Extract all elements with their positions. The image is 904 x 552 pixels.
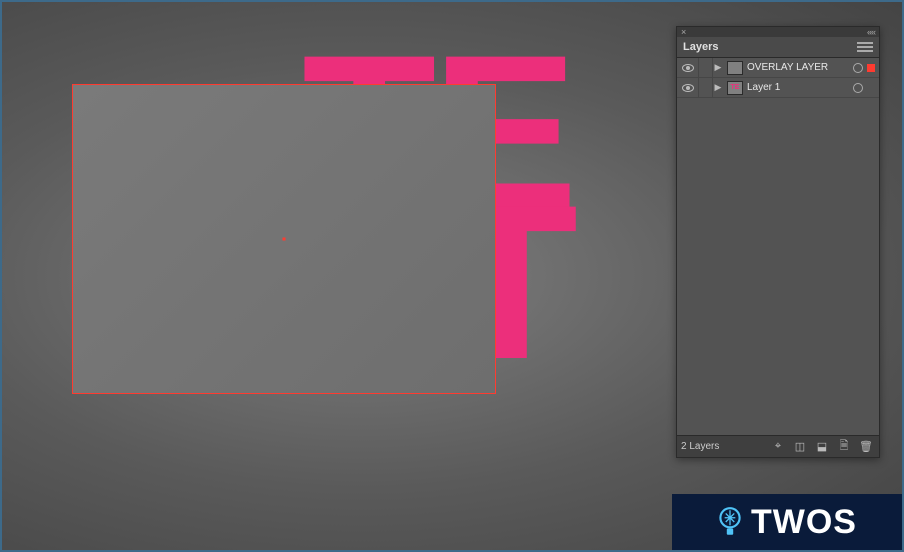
panel-menu-icon[interactable]	[857, 42, 873, 52]
eye-icon	[682, 84, 694, 92]
layer-list: ▶ OVERLAY LAYER ▶ TE Layer 1	[677, 58, 879, 435]
panel-title: Layers	[683, 41, 718, 53]
lock-toggle[interactable]	[699, 78, 713, 98]
visibility-toggle[interactable]	[677, 58, 699, 78]
watermark-text: TWOS	[751, 503, 857, 542]
overlay-rectangle[interactable]	[72, 84, 496, 394]
lock-toggle[interactable]	[699, 58, 713, 78]
panel-close-icon[interactable]: ×	[681, 27, 686, 37]
bbox-center-indicator	[283, 238, 286, 241]
selection-indicator[interactable]	[867, 64, 875, 72]
layer-name[interactable]: Layer 1	[747, 82, 851, 93]
layer-row[interactable]: ▶ OVERLAY LAYER	[677, 58, 879, 78]
layer-thumbnail: TE	[727, 81, 743, 95]
layer-thumbnail	[727, 61, 743, 75]
disclosure-triangle-icon[interactable]: ▶	[713, 82, 723, 93]
watermark: TWOS	[672, 494, 902, 550]
locate-object-icon[interactable]: ⌖	[769, 439, 787, 455]
panel-footer: 2 Layers ⌖ ◫ ⬓ 🗎 🗑	[677, 435, 879, 457]
new-layer-icon[interactable]: 🗎	[835, 439, 853, 455]
target-icon[interactable]	[853, 63, 863, 73]
panel-titlebar[interactable]: × ««	[677, 27, 879, 37]
panel-collapse-icon[interactable]: ««	[867, 27, 875, 37]
new-sublayer-icon[interactable]: ⬓	[813, 439, 831, 455]
delete-layer-icon[interactable]: 🗑	[857, 439, 875, 455]
eye-icon	[682, 64, 694, 72]
selection-indicator[interactable]	[867, 84, 875, 92]
disclosure-triangle-icon[interactable]: ▶	[713, 62, 723, 73]
target-icon[interactable]	[853, 83, 863, 93]
layer-row[interactable]: ▶ TE Layer 1	[677, 78, 879, 98]
panel-tab[interactable]: Layers	[677, 37, 879, 58]
layers-panel: × «« Layers ▶ OVERLAY LAYER ▶ TE Layer 1…	[676, 26, 880, 458]
visibility-toggle[interactable]	[677, 78, 699, 98]
clipping-mask-icon[interactable]: ◫	[791, 439, 809, 455]
layer-count: 2 Layers	[681, 441, 765, 452]
layer-name[interactable]: OVERLAY LAYER	[747, 62, 851, 73]
lightbulb-icon	[717, 506, 743, 538]
